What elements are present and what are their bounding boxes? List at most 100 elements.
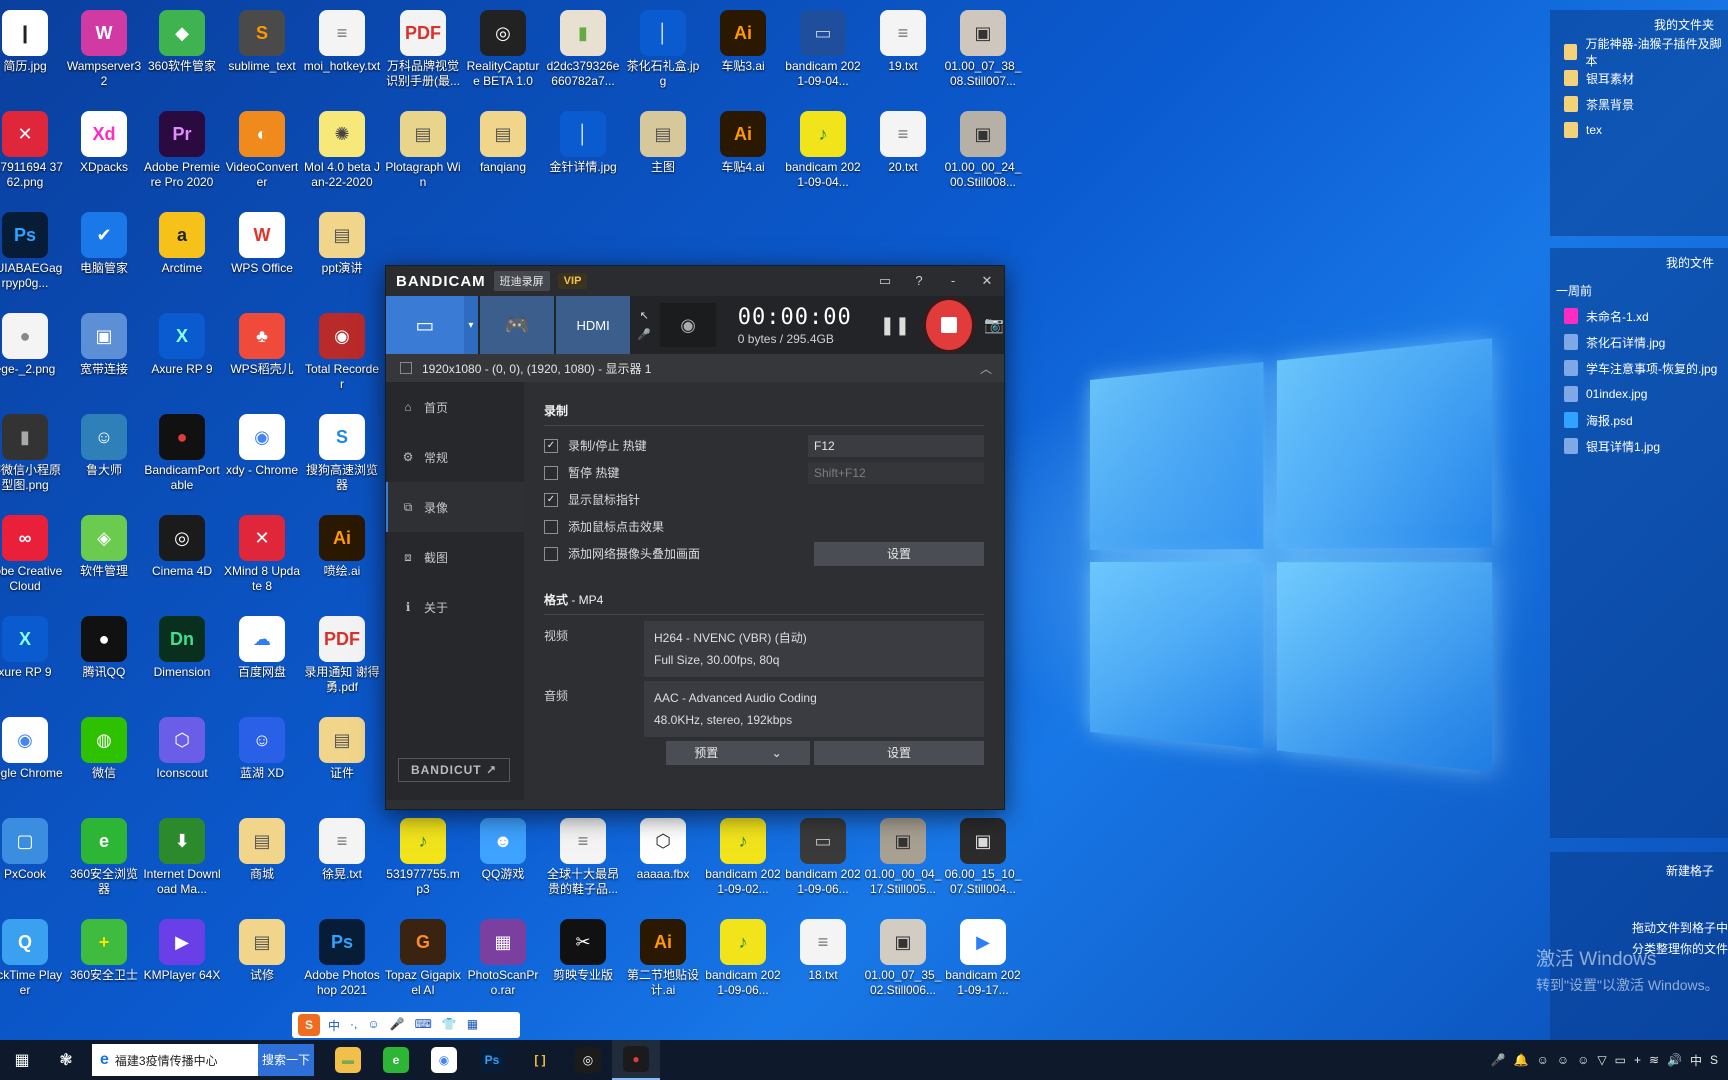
microphone-icon[interactable]: 🎤 xyxy=(637,328,651,341)
taskbar-app-chrome[interactable]: ◉ xyxy=(420,1040,468,1080)
desktop-icon[interactable]: W Wampserver32 xyxy=(65,6,143,102)
desktop-icon[interactable]: ◉ xdy - Chrome xyxy=(223,410,301,506)
desktop-icon[interactable]: Ssublime_text xyxy=(223,6,301,102)
desktop-icon[interactable]: ▤ 商城 xyxy=(223,814,301,910)
desktop-icon[interactable]: ▣ 01.00_07_35_02.Still006... xyxy=(864,915,942,1011)
desktop-icon[interactable]: ✕017911694 3762.png xyxy=(0,107,64,203)
desktop-icon[interactable]: ◍ 微信 xyxy=(65,713,143,809)
chevron-up-icon[interactable]: ︿ xyxy=(980,360,992,377)
desktop-icon[interactable]: ♪ bandicam 2021-09-06... xyxy=(704,915,782,1011)
video-format-box[interactable]: H264 - NVENC (VBR) (自动) Full Size, 30.00… xyxy=(644,621,984,677)
taskbar-app-photoshop[interactable]: Ps xyxy=(468,1040,516,1080)
desktop-icon[interactable]: X Axure RP 9 xyxy=(143,309,221,405)
sidebar-item-general[interactable]: ⚙ 常规 xyxy=(386,432,524,482)
desktop-icon[interactable]: ▮ 游微信小程原型图.png xyxy=(0,410,64,506)
desktop-icon[interactable]: ▶ KMPlayer 64X xyxy=(143,915,221,1011)
desktop-icon[interactable]: ♣ WPS稻壳儿 xyxy=(223,309,301,405)
ime-item[interactable]: 中 xyxy=(328,1017,340,1034)
hotkey-field[interactable]: F12 xyxy=(808,435,984,457)
record-area-bar[interactable]: 1920x1080 - (0, 0), (1920, 1080) - 显示器 1… xyxy=(386,354,1004,382)
taskbar-app-file-explorer[interactable]: ▬ xyxy=(324,1040,372,1080)
desktop-icon[interactable]: ⬡ Iconscout xyxy=(143,713,221,809)
webcam-settings-button[interactable]: 设置 xyxy=(814,542,984,566)
fence-folder-item[interactable]: tex xyxy=(1550,117,1728,143)
folder-icon[interactable]: ▭ xyxy=(868,273,902,289)
desktop-icon[interactable]: ▢ PxCook xyxy=(0,814,64,910)
desktop-icon[interactable]: ✂ 剪映专业版 xyxy=(544,915,622,1011)
taskbar-app-360-browser[interactable]: e xyxy=(372,1040,420,1080)
fence-file-item[interactable]: 未命名-1.xd xyxy=(1550,303,1728,329)
desktop-icon[interactable]: ● ege-_2.png xyxy=(0,309,64,405)
desktop-icon[interactable]: ▣ 宽带连接 xyxy=(65,309,143,405)
desktop-icon[interactable]: │ 金针详情.jpg xyxy=(544,107,622,203)
desktop-icon[interactable]: ▦ PhotoScanPro.rar xyxy=(464,915,542,1011)
desktop-icon[interactable]: +360安全卫士 xyxy=(65,915,143,1011)
fence-folder-item[interactable]: 茶黑背景 xyxy=(1550,91,1728,117)
desktop-icon[interactable]: ● 腾讯QQ xyxy=(65,612,143,708)
ime-item[interactable]: ⌨ xyxy=(415,1017,432,1034)
sidebar-item-image[interactable]: ⧈ 截图 xyxy=(386,532,524,582)
desktop-icon[interactable]: Ai 车贴3.ai xyxy=(704,6,782,102)
desktop-icon[interactable]: ✕ XMind 8 Update 8 xyxy=(223,511,301,607)
desktop-icon[interactable]: Ai 喷绘.ai xyxy=(303,511,381,607)
desktop-icon[interactable]: W WPS Office xyxy=(223,208,301,304)
tray-icon[interactable]: 🎤 xyxy=(1491,1053,1506,1067)
taskbar-search-input[interactable]: e 福建3疫情传播中心 xyxy=(92,1044,258,1076)
desktop-icon[interactable]: ✺ MoI 4.0 beta Jan-22-2020 xyxy=(303,107,381,203)
ime-item[interactable]: ·, xyxy=(350,1017,357,1034)
desktop-icon[interactable]: ♪ bandicam 2021-09-04... xyxy=(784,107,862,203)
desktop-icon[interactable]: ≡ 20.txt xyxy=(864,107,942,203)
game-record-mode-button[interactable]: 🎮 xyxy=(480,296,554,354)
ime-item[interactable]: ▦ xyxy=(467,1017,478,1034)
desktop-icon[interactable]: Xxure RP 9 xyxy=(0,612,64,708)
desktop-icon[interactable]: ▮ d2dc379326e660782a7... xyxy=(544,6,622,102)
fence-file-item[interactable]: 学车注意事项-恢复的.jpg xyxy=(1550,355,1728,381)
fence-file-item[interactable]: 茶化石详情.jpg xyxy=(1550,329,1728,355)
tray-icon[interactable]: ☺ xyxy=(1577,1053,1589,1067)
screen-mode-dropdown[interactable]: ▾ xyxy=(464,296,479,354)
desktop-icon[interactable]: ▶ bandicam 2021-09-17... xyxy=(944,915,1022,1011)
desktop-icon[interactable]: Pr Adobe Premiere Pro 2020 xyxy=(143,107,221,203)
desktop-icon[interactable]: ☻ QQ游戏 xyxy=(464,814,542,910)
desktop-icon[interactable]: ◐ VideoConverter xyxy=(223,107,301,203)
desktop-icon[interactable]: ≡ 全球十大最昂贵的鞋子品... xyxy=(544,814,622,910)
desktop-icon[interactable]: ◎ RealityCapture BETA 1.0 xyxy=(464,6,542,102)
desktop-icon[interactable]: ◎ Cinema 4D xyxy=(143,511,221,607)
desktop-icon[interactable]: ▣ 06.00_15_10_07.Still004... xyxy=(944,814,1022,910)
desktop-icon[interactable]: ∞ dobe Creative Cloud xyxy=(0,511,64,607)
desktop-icon[interactable]: ◆ 360软件管家 xyxy=(143,6,221,102)
desktop-icon[interactable]: ▭ bandicam 2021-09-04... xyxy=(784,6,862,102)
desktop-icon[interactable]: ≡ 徐晃.txt xyxy=(303,814,381,910)
tray-icon[interactable]: ☺ xyxy=(1557,1053,1569,1067)
desktop-icon[interactable]: PDF 万科品牌视觉识别手册(最... xyxy=(384,6,462,102)
option-checkbox[interactable] xyxy=(544,547,558,561)
desktop-icon[interactable]: ✔ 电脑管家 xyxy=(65,208,143,304)
tray-icon[interactable]: 🔔 xyxy=(1514,1053,1529,1067)
hotkey-field[interactable]: Shift+F12 xyxy=(808,462,984,484)
option-checkbox[interactable]: ✓ xyxy=(544,493,558,507)
desktop-icon[interactable]: ⬇ Internet Download Ma... xyxy=(143,814,221,910)
desktop-icon[interactable]: ▤ ppt演讲 xyxy=(303,208,381,304)
desktop-icon[interactable]: ♪ bandicam 2021-09-02... xyxy=(704,814,782,910)
bandicam-titlebar[interactable]: BANDICAM 班迪录屏 VIP ▭ ? ‐ ✕ xyxy=(386,266,1004,296)
format-settings-button[interactable]: 设置 xyxy=(814,741,984,765)
desktop-icon[interactable]: ▤ Plotagraph Win xyxy=(384,107,462,203)
tray-icon[interactable]: ☺ xyxy=(1537,1053,1549,1067)
tray-icon[interactable]: ▭ xyxy=(1615,1053,1626,1067)
sogou-logo[interactable]: S xyxy=(298,1014,320,1036)
desktop-icon[interactable]: ❙ 简历.jpg xyxy=(0,6,64,102)
desktop-icon[interactable]: S 搜狗高速浏览器 xyxy=(303,410,381,506)
stop-record-button[interactable] xyxy=(926,300,972,350)
pinned-logo-button[interactable]: ❃ xyxy=(44,1040,88,1080)
tray-icon[interactable]: 🔊 xyxy=(1667,1053,1682,1067)
taskbar-app-brackets[interactable]: [ ] xyxy=(516,1040,564,1080)
desktop-icon[interactable]: ▣ 01.00_00_04_17.Still005... xyxy=(864,814,942,910)
desktop-icon[interactable]: │ 茶化石礼盒.jpg xyxy=(624,6,702,102)
desktop-icon[interactable]: ▤ fanqiang xyxy=(464,107,542,203)
desktop-icon[interactable]: ⬡ aaaaa.fbx xyxy=(624,814,702,910)
desktop-icon[interactable]: ▣ 01.00_07_38_08.Still007... xyxy=(944,6,1022,102)
webcam-toggle[interactable]: ◉ xyxy=(660,303,715,347)
taskbar-app-cinema4d[interactable]: ◎ xyxy=(564,1040,612,1080)
desktop-icon[interactable]: ≡ moi_hotkey.txt xyxy=(303,6,381,102)
sidebar-item-video[interactable]: ⧉ 录像 xyxy=(386,482,524,532)
